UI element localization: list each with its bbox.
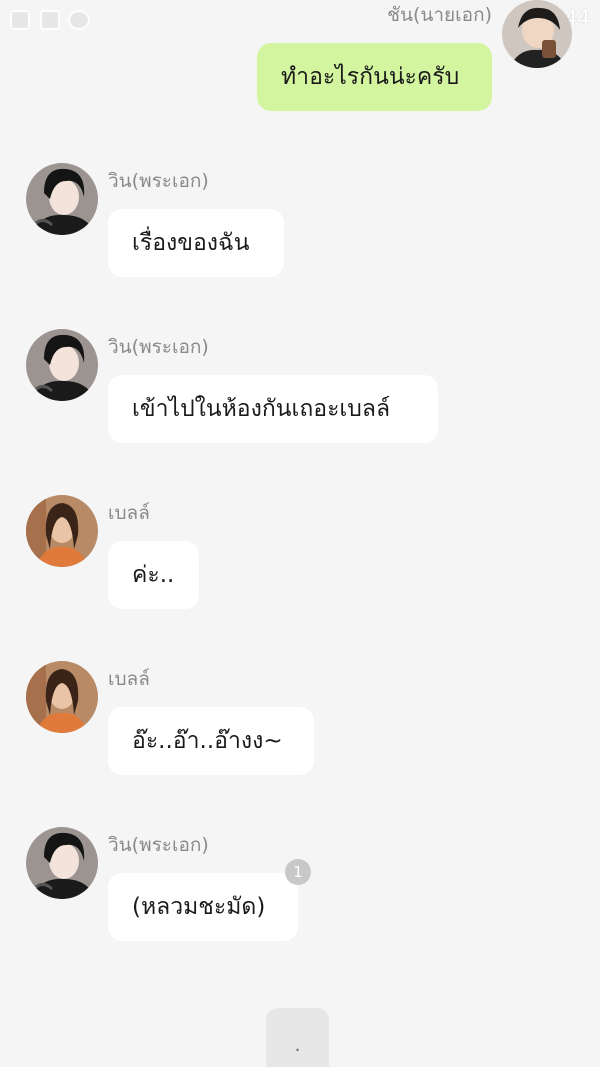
sender-name: เบลล์ [108, 502, 150, 524]
message-bubble[interactable]: เข้าไปในห้องกันเถอะเบลล์ [108, 375, 438, 443]
avatar-win[interactable] [26, 329, 98, 401]
gallery-icon [10, 10, 30, 30]
message-bubble[interactable]: อ๊ะ..อ๊า..อ๊างง~ [108, 707, 314, 775]
message-bubble[interactable]: ค่ะ.. [108, 541, 199, 609]
avatar-chan[interactable] [502, 0, 572, 68]
unread-badge: 1 [285, 859, 311, 885]
continue-button[interactable]: . [266, 1008, 329, 1067]
message-bubble[interactable]: (หลวมชะมัด) [108, 873, 298, 941]
sender-name: เบลล์ [108, 668, 150, 690]
message-bubble-mine[interactable]: ทำอะไรกันน่ะครับ [257, 43, 492, 111]
facebook-icon [40, 10, 60, 30]
sender-name: วิน(พระเอก) [108, 834, 209, 856]
chat-app-icon [68, 10, 90, 30]
sender-name: วิน(พระเอก) [108, 170, 209, 192]
message-bubble[interactable]: เรื่องของฉัน [108, 209, 284, 277]
sender-name: วิน(พระเอก) [108, 336, 209, 358]
avatar-belle[interactable] [26, 661, 98, 733]
chat-screen: 14:44 ชัน(นายเอก) ทำอะไรกันน่ะครับ วิน(พ… [0, 0, 600, 1067]
avatar-belle[interactable] [26, 495, 98, 567]
avatar-win[interactable] [26, 163, 98, 235]
sender-name: ชัน(นายเอก) [387, 4, 492, 26]
avatar-win[interactable] [26, 827, 98, 899]
